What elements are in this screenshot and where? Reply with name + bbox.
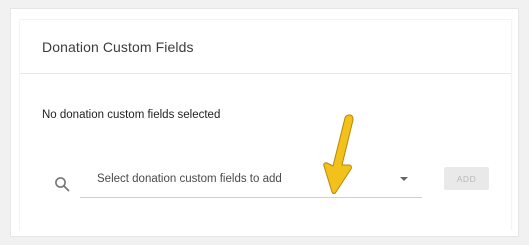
custom-fields-card: Donation Custom Fields No donation custo… bbox=[19, 19, 512, 230]
custom-field-select[interactable]: Select donation custom fields to add bbox=[80, 164, 422, 198]
arrow-pointer-icon bbox=[323, 114, 354, 194]
add-button[interactable]: ADD bbox=[444, 167, 489, 190]
card-title: Donation Custom Fields bbox=[42, 39, 194, 55]
card-header: Donation Custom Fields bbox=[20, 20, 511, 74]
page-frame: Donation Custom Fields No donation custo… bbox=[10, 8, 519, 237]
select-placeholder: Select donation custom fields to add bbox=[97, 173, 282, 185]
caret-down-icon[interactable] bbox=[400, 177, 408, 181]
empty-state-message: No donation custom fields selected bbox=[42, 109, 221, 121]
search-icon bbox=[55, 177, 70, 192]
